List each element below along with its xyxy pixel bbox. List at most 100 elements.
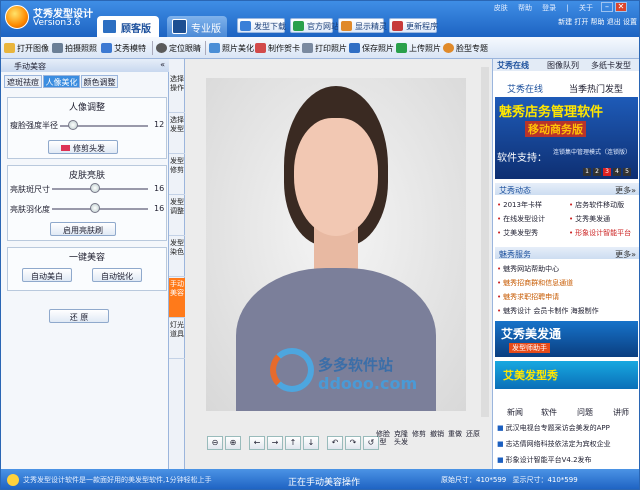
open-image-button[interactable]: 打开图像 (4, 40, 49, 56)
tab-color[interactable]: 颜色调整 (81, 75, 118, 88)
tab-guke[interactable]: 顾客版 (97, 16, 159, 37)
slider-knob[interactable] (68, 120, 78, 130)
display-wizard-link[interactable]: 显示精灵 (338, 18, 387, 33)
move-left-icon[interactable]: ← (249, 436, 265, 450)
banner-page[interactable]: 4 (613, 168, 621, 176)
print-photo-button[interactable]: 打印照片 (302, 40, 347, 56)
vertical-scrollbar[interactable] (481, 67, 489, 417)
rotate-right-icon[interactable]: ↷ (345, 436, 361, 450)
save-photo-button[interactable]: 保存照片 (349, 40, 394, 56)
make-card-button[interactable]: 制作贺卡 (255, 40, 300, 56)
face-topic-button[interactable]: 脸型专题 (443, 40, 488, 56)
toolbar-separator (152, 41, 153, 55)
ad-banner-hairshow[interactable]: 艾美发型秀 (495, 361, 638, 389)
collapse-arrow-icon[interactable]: « (160, 60, 165, 69)
vtab-lighting[interactable]: 灯光道具 (169, 319, 185, 359)
service-item[interactable]: • 魅秀设计 会员卡制作 海报制作 (497, 306, 599, 316)
app-window: 艾秀发型设计 Version3.6 顾客版 专业版 发型下载 官方网站 显示精灵… (0, 0, 640, 490)
tab-blemish[interactable]: 遮斑祛痘 (4, 75, 42, 88)
control-row[interactable]: 新建 打开 帮助 退出 设置 (558, 17, 637, 27)
vtab-select-op[interactable]: 选择操作 (169, 73, 185, 113)
model-button[interactable]: 艾秀模特 (101, 40, 146, 56)
move-right-icon[interactable]: → (267, 436, 283, 450)
service-item[interactable]: • 魅秀求职招聘申请 (497, 292, 559, 302)
banner-support: 软件支持： (497, 153, 547, 164)
subtab-online[interactable]: 艾秀在线 (507, 82, 543, 95)
move-down-icon[interactable]: ↓ (303, 436, 319, 450)
slider-knob[interactable] (90, 203, 100, 213)
trim-hair-button[interactable]: 修剪头发 (48, 140, 118, 154)
tab-faq[interactable]: 问题 (577, 407, 593, 418)
restore-button[interactable]: 还 原 (49, 309, 109, 323)
rotate-left-icon[interactable]: ↶ (327, 436, 343, 450)
news-item[interactable]: • 2013年卡样 (497, 200, 542, 210)
news-item[interactable]: • 形象设计智能平台 (569, 228, 631, 238)
more-link[interactable]: 更多» (615, 249, 636, 260)
banner-page[interactable]: 2 (593, 168, 601, 176)
move-up-icon[interactable]: ↑ (285, 436, 301, 450)
slider-track[interactable] (52, 188, 148, 190)
tab-cards[interactable]: 多纸卡发型 (591, 60, 631, 71)
tab-lecturer[interactable]: 讲师 (613, 407, 629, 418)
zoom-in-icon[interactable]: ⊕ (225, 436, 241, 450)
auto-sharpen-button[interactable]: 自动锐化 (92, 268, 142, 282)
photo-beautify-button[interactable]: 照片美化 (209, 40, 254, 56)
auto-whiten-button[interactable]: 自动美白 (22, 268, 72, 282)
news-list-item[interactable]: ■ 形象设计智能平台V4.2发布 (497, 455, 592, 465)
vtab-select-hair[interactable]: 选择发型 (169, 114, 185, 154)
banner-page[interactable]: 1 (583, 168, 591, 176)
close-button[interactable]: ✕ (615, 2, 627, 12)
slider-value: 12 (154, 120, 165, 129)
tab-online[interactable]: 艾秀在线 (497, 60, 529, 71)
news-item[interactable]: • 艾美发型秀 (497, 228, 538, 238)
more-link[interactable]: 更多» (615, 185, 636, 196)
tab-queue[interactable]: 图像队列 (547, 60, 579, 71)
photo-canvas[interactable]: 多多软件站 ddooo.com (206, 78, 466, 411)
redo-button[interactable]: 重做 (447, 430, 463, 456)
restore-image-button[interactable]: 还原 (465, 430, 481, 456)
vtab-hair-adjust[interactable]: 发型调整 (169, 196, 185, 236)
take-photo-button[interactable]: 拍摄照照 (52, 40, 97, 56)
tab-zhuanye[interactable]: 专业版 (167, 16, 227, 37)
subtab-popular[interactable]: 当季热门发型 (569, 82, 623, 95)
zoom-out-icon[interactable]: ⊖ (207, 436, 223, 450)
official-site-link[interactable]: 官方网站 (290, 18, 339, 33)
panel-header: 手动美容 « (1, 59, 169, 72)
hair-download-link[interactable]: 发型下载 (237, 18, 286, 33)
undo-button[interactable]: 撤销 (429, 430, 445, 456)
update-link[interactable]: 更新程序 (389, 18, 438, 33)
news-list-item[interactable]: ■ 武汉电视台专题采访会美发的APP (497, 423, 610, 433)
minimize-button[interactable]: – (601, 2, 613, 12)
slider-knob[interactable] (90, 183, 100, 193)
banner-desc: 连锁集中管理模式（连锁版） (553, 149, 632, 156)
vtab-manual-beauty[interactable]: 手动美容 (169, 278, 185, 318)
portrait-group: 人像调整 瘦脸强度半径 12 修剪头发 (7, 97, 167, 159)
service-item[interactable]: • 魅秀招商群和信息通道 (497, 278, 573, 288)
tab-software[interactable]: 软件 (541, 407, 557, 418)
vtab-hair-trim[interactable]: 发型修剪 (169, 155, 185, 195)
tab-news[interactable]: 新闻 (507, 407, 523, 418)
news-list-item[interactable]: ■ 志达倩网络科技依法定为宾权企业 (497, 439, 611, 449)
monitor-icon (341, 21, 352, 31)
banner-title: 魅秀店务管理软件 (499, 105, 604, 120)
news-item[interactable]: • 在线发型设计 (497, 214, 545, 224)
service-item[interactable]: • 魅秀网站帮助中心 (497, 264, 559, 274)
skin-brush-button[interactable]: 启用亮肤刷 (50, 222, 116, 236)
window-links[interactable]: 皮肤 帮助 登录 | 关于 (494, 3, 593, 13)
face-shape-button[interactable]: 修脸型 (375, 430, 391, 456)
ad-banner-store[interactable]: 魅秀店务管理软件 移动商务版 软件支持： 连锁集中管理模式（连锁版） 1 2 3… (495, 97, 638, 179)
banner-page[interactable]: 3 (603, 168, 611, 176)
right-panel: 艾秀在线 图像队列 多纸卡发型 艾秀在线 当季热门发型 魅秀店务管理软件 移动商… (492, 59, 639, 469)
workspace: 多多软件站 ddooo.com ⊖ ⊕ ← → ↑ ↓ ↶ ↷ ↺ 修脸型 克隆… (185, 59, 491, 469)
slider-track[interactable] (52, 208, 148, 210)
tab-portrait[interactable]: 人像美化 (43, 75, 80, 88)
news-item[interactable]: • 店务软件移动版 (569, 200, 624, 210)
vtab-hair-dye[interactable]: 发型染色 (169, 237, 185, 277)
upload-photo-button[interactable]: 上传照片 (396, 40, 441, 56)
trim-button[interactable]: 修剪 (411, 430, 427, 456)
clone-hair-button[interactable]: 克隆头发 (393, 430, 409, 456)
news-item[interactable]: • 艾秀美发通 (569, 214, 610, 224)
locate-eyes-button[interactable]: 定位眼睛 (156, 40, 201, 56)
ad-banner-meifa[interactable]: 艾秀美发通 发型师助手 (495, 321, 638, 357)
banner-page[interactable]: 5 (623, 168, 631, 176)
